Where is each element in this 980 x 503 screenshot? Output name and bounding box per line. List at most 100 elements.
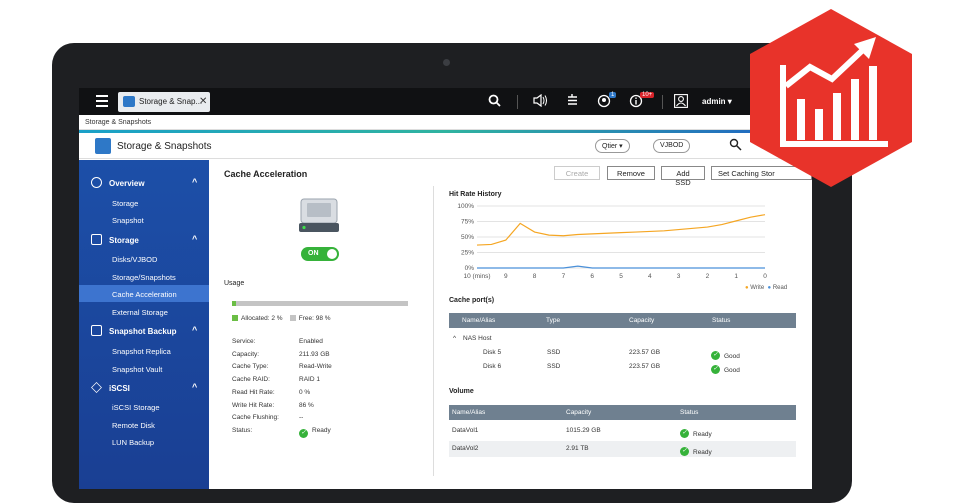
sidebar-item-snapshot-vault[interactable]: Snapshot Vault	[79, 360, 209, 377]
x-tick-label: 7	[562, 273, 566, 280]
x-tick-label: 1	[734, 273, 738, 280]
sidebar-item-cache-acceleration[interactable]: Cache Acceleration	[79, 285, 209, 302]
user-icon[interactable]	[674, 94, 688, 111]
sidebar-item-external-storage[interactable]: External Storage	[79, 303, 209, 320]
chevron-up-icon: ^	[192, 234, 198, 244]
property-name: Service:	[232, 338, 256, 345]
col-status: Status	[712, 317, 731, 324]
main-panel: Cache Acceleration Create Remove Add SSD…	[209, 160, 812, 489]
cell-type: SSD	[547, 363, 561, 370]
col-type: Type	[546, 317, 561, 324]
divider	[433, 186, 434, 476]
cell-name: DataVol2	[452, 445, 479, 452]
usage-bar-fill	[232, 301, 236, 306]
table-row[interactable]: Disk 6 SSD 223.57 GB ✓ Good	[449, 359, 796, 375]
y-tick-label: 100%	[457, 203, 474, 210]
cache-toggle[interactable]: ON	[301, 247, 339, 261]
info-badge: 10+	[640, 92, 655, 98]
sidebar-item-snapshot-replica[interactable]: Snapshot Replica	[79, 342, 209, 359]
property-value: Read-Write	[299, 363, 332, 371]
property-name: Write Hit Rate:	[232, 401, 275, 409]
chevron-down-icon: ▾	[727, 97, 732, 106]
page-title: Cache Acceleration	[224, 169, 308, 179]
property-name: Capacity:	[232, 350, 260, 358]
remove-button[interactable]: Remove	[607, 166, 655, 180]
property-value: 86 %	[299, 401, 314, 409]
table-row[interactable]: DataVol2 2.91 TB ✓ Ready	[449, 441, 796, 457]
chevron-up-icon: ^	[192, 177, 198, 187]
close-icon[interactable]: ✕	[199, 96, 207, 107]
property-name: Cache RAID:	[232, 376, 270, 384]
sidebar-item-lun-backup[interactable]: LUN Backup	[79, 433, 209, 450]
x-tick-label: 10 (mins)	[463, 273, 490, 280]
create-button[interactable]: Create	[554, 166, 600, 180]
property-value: 0 %	[299, 388, 311, 396]
database-icon	[91, 234, 102, 245]
cell-capacity: 1015.29 GB	[566, 427, 601, 434]
user-menu[interactable]: admin ▾	[702, 97, 732, 106]
hit-rate-chart: 100% 75% 50% 25% 0%10 (mins) 9 8 7 6 5 4 3 2 1 0	[457, 203, 767, 280]
property-value: --	[299, 414, 304, 422]
sidebar-group-overview[interactable]: Overview ^	[79, 174, 209, 192]
x-tick-label: 5	[619, 273, 623, 280]
hamburger-menu-icon[interactable]	[96, 95, 108, 107]
series-line-write	[476, 214, 766, 246]
property-name: Cache Type:	[232, 363, 269, 371]
sidebar-item-storage-snapshots[interactable]: Storage/Snapshots	[79, 268, 209, 285]
col-name: Name/Alias	[452, 409, 486, 416]
volume-header: Name/Alias Capacity Status	[449, 405, 796, 420]
qtier-button[interactable]: Qtier ▾	[595, 139, 630, 153]
qtier-label: Qtier	[602, 143, 618, 150]
sidebar-item-storage[interactable]: Storage	[79, 194, 209, 211]
cell-status: Ready	[693, 449, 712, 456]
sidebar-item-snapshot[interactable]: Snapshot	[79, 211, 209, 228]
app-tab[interactable]: Storage & Snap... ✕	[118, 92, 210, 112]
sidebar-group-snapshot-backup[interactable]: Snapshot Backup ^	[79, 322, 209, 340]
top-bar: Storage & Snap... ✕ 1 10+ admin ▾	[79, 88, 812, 115]
chevron-up-icon: ^	[192, 382, 198, 392]
search-icon[interactable]	[488, 94, 501, 110]
property-value: 211.93 GB	[299, 350, 330, 358]
x-tick-label: 9	[504, 273, 508, 280]
series-line-read	[477, 265, 765, 269]
allocated-label: Allocated: 2 %	[241, 315, 283, 322]
user-name: admin	[702, 97, 726, 106]
col-status: Status	[680, 409, 699, 416]
sidebar: Overview ^ Storage Snapshot Storage ^ Di…	[79, 160, 209, 489]
sidebar-group-iscsi[interactable]: iSCSI ^	[79, 379, 209, 397]
diagnostics-icon[interactable]	[729, 138, 742, 154]
sidebar-group-label: iSCSI	[109, 384, 130, 393]
sidebar-group-label: Storage	[109, 236, 139, 245]
volume-icon[interactable]	[533, 93, 547, 110]
cell-capacity: 223.57 GB	[629, 363, 661, 370]
ssd-drive-icon	[299, 198, 339, 232]
property-name: Cache Flushing:	[232, 414, 279, 422]
notification-badge: 1	[609, 92, 617, 98]
cache-ports-title: Cache port(s)	[449, 297, 495, 304]
property-value: Enabled	[299, 338, 323, 345]
y-tick-label: 0%	[465, 265, 475, 272]
x-tick-label: 3	[677, 273, 681, 280]
storage-app-icon	[95, 138, 111, 154]
vjbod-button[interactable]: VJBOD	[653, 139, 691, 153]
check-icon: ✓	[680, 429, 689, 438]
sidebar-item-iscsi-storage[interactable]: iSCSI Storage	[79, 398, 209, 415]
check-icon: ✓	[711, 365, 720, 374]
sidebar-group-storage[interactable]: Storage ^	[79, 231, 209, 249]
check-icon: ✓	[680, 447, 689, 456]
property-value: ✓ Ready	[299, 427, 331, 438]
backup-icon	[91, 325, 102, 336]
tab-title: Storage & Snap...	[139, 97, 203, 106]
cell-capacity: 223.57 GB	[629, 349, 661, 356]
property-name: Status:	[232, 426, 253, 434]
sidebar-item-remote-disk[interactable]: Remote Disk	[79, 416, 209, 433]
y-tick-label: 25%	[461, 250, 474, 257]
webcam	[443, 59, 450, 66]
table-row[interactable]: DataVol1 1015.29 GB ✓ Ready	[449, 423, 796, 439]
sidebar-item-disks-vjbod[interactable]: Disks/VJBOD	[79, 250, 209, 267]
tasks-icon[interactable]	[566, 94, 579, 110]
usage-bar	[232, 301, 408, 306]
x-tick-label: 6	[590, 273, 594, 280]
cell-capacity: 2.91 TB	[566, 445, 589, 452]
add-ssd-button[interactable]: Add SSD	[661, 166, 705, 187]
